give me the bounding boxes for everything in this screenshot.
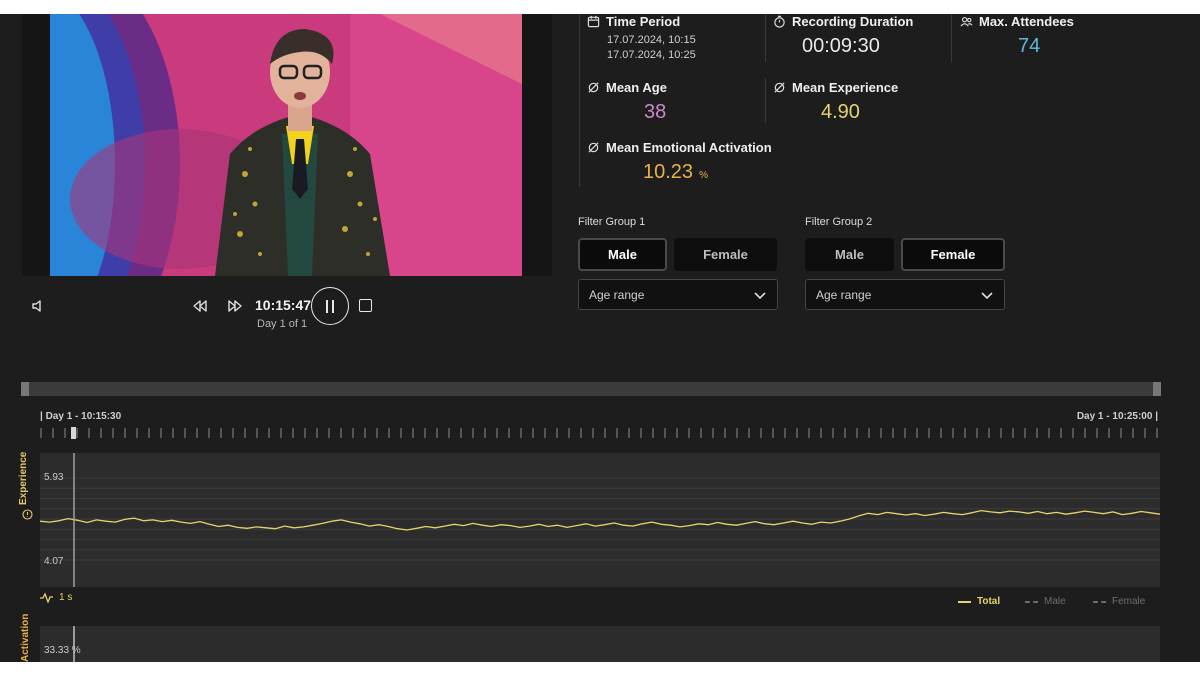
pulse-icon xyxy=(40,592,53,603)
age-range-placeholder: Age range xyxy=(816,287,872,302)
activation-axis-title: Activation xyxy=(20,613,31,662)
pause-icon-bar-right xyxy=(332,300,334,313)
timeline-current-marker[interactable] xyxy=(71,427,76,439)
volume-icon[interactable] xyxy=(30,298,46,314)
day-indicator: Day 1 of 1 xyxy=(257,318,308,330)
playhead-line[interactable] xyxy=(73,626,75,662)
mean-activation-value: 10.23 xyxy=(643,161,694,183)
filter-group-1-title: Filter Group 1 xyxy=(578,216,646,228)
y-min-label: 4.07 xyxy=(44,556,64,567)
scrubber-handle-right[interactable] xyxy=(1153,382,1161,396)
divider xyxy=(579,14,580,187)
time-period-end: 17.07.2024, 10:25 xyxy=(607,49,696,61)
fast-forward-icon[interactable] xyxy=(227,298,243,314)
stat-max-attendees: Max. Attendees 74 xyxy=(960,14,1074,58)
pause-button[interactable] xyxy=(311,287,349,325)
stat-max-attendees-label: Max. Attendees xyxy=(979,14,1074,29)
info-icon[interactable] xyxy=(22,509,33,520)
current-time: 10:15:47 xyxy=(255,297,312,313)
stat-mean-age: Mean Age 38 xyxy=(587,80,667,124)
resolution-label: 1 s xyxy=(59,592,73,603)
timeline-start-label: | Day 1 - 10:15:30 xyxy=(40,411,122,422)
recording-duration-value: 00:09:30 xyxy=(802,35,880,57)
activation-chart-area xyxy=(40,626,1160,662)
top-border xyxy=(0,0,1200,14)
experience-chart xyxy=(40,453,1160,587)
video-frame-image xyxy=(50,14,522,276)
stat-mean-activation-label: Mean Emotional Activation xyxy=(606,140,772,155)
timeline-ticks[interactable] xyxy=(40,426,1158,440)
timeline-end-label: Day 1 - 10:25:00 | xyxy=(1076,411,1158,422)
app-window: 10:15:47 Day 1 of 1 Time Period 17.07.20… xyxy=(0,0,1200,662)
activation-y-max-label: 33.33 % xyxy=(44,645,81,656)
stop-button[interactable] xyxy=(359,299,372,312)
legend-swatch-male xyxy=(1025,600,1038,603)
experience-axis-title: Experience xyxy=(18,451,29,505)
max-attendees-value: 74 xyxy=(1018,35,1041,57)
chevron-down-icon xyxy=(754,292,766,300)
legend-item-total[interactable]: Total xyxy=(958,596,1000,607)
filter-group-2-female[interactable]: Female xyxy=(901,238,1005,271)
legend-item-female[interactable]: Female xyxy=(1093,596,1145,607)
legend-item-male[interactable]: Male xyxy=(1025,596,1066,607)
filter-group-1-female[interactable]: Female xyxy=(674,238,777,271)
age-range-placeholder: Age range xyxy=(589,287,645,302)
stat-mean-age-label: Mean Age xyxy=(606,80,667,95)
stat-mean-experience-label: Mean Experience xyxy=(792,80,899,95)
stat-time-period: Time Period 17.07.2024, 10:15 17.07.2024… xyxy=(587,14,696,63)
mean-icon xyxy=(774,82,785,93)
resolution-indicator[interactable]: 1 s xyxy=(40,592,72,603)
filter-group-1-male[interactable]: Male xyxy=(578,238,667,271)
timeline-scrubber[interactable] xyxy=(21,382,1161,396)
legend-label-male: Male xyxy=(1044,596,1066,607)
divider xyxy=(765,78,766,123)
mean-icon xyxy=(588,142,599,153)
stat-recording-duration-label: Recording Duration xyxy=(792,14,914,29)
mean-activation-unit: % xyxy=(699,170,708,181)
rewind-icon[interactable] xyxy=(192,298,208,314)
filter-group-2-age-dropdown[interactable]: Age range xyxy=(805,279,1005,310)
pause-icon-bar-left xyxy=(326,300,328,313)
people-icon xyxy=(960,16,973,27)
stopwatch-icon xyxy=(774,15,785,28)
video-player[interactable] xyxy=(50,14,522,276)
time-period-start: 17.07.2024, 10:15 xyxy=(607,34,696,46)
legend-swatch-total xyxy=(958,600,971,603)
filter-group-2-title: Filter Group 2 xyxy=(805,216,873,228)
stat-mean-experience: Mean Experience 4.90 xyxy=(773,80,898,124)
stat-recording-duration: Recording Duration 00:09:30 xyxy=(773,14,913,58)
calendar-icon xyxy=(587,15,600,28)
legend-label-total: Total xyxy=(977,596,1001,607)
legend-swatch-female xyxy=(1093,600,1106,603)
chevron-down-icon xyxy=(981,292,993,300)
series-line-total xyxy=(40,509,1160,531)
stat-mean-activation: Mean Emotional Activation 10.23% xyxy=(587,140,772,184)
mean-age-value: 38 xyxy=(644,101,667,123)
filter-group-1-age-dropdown[interactable]: Age range xyxy=(578,279,778,310)
legend-label-female: Female xyxy=(1112,596,1146,607)
filter-group-2-male[interactable]: Male xyxy=(805,238,894,271)
mean-experience-value: 4.90 xyxy=(821,101,860,123)
y-max-label: 5.93 xyxy=(44,472,64,483)
scrubber-handle-left[interactable] xyxy=(21,382,29,396)
divider xyxy=(765,14,766,62)
divider xyxy=(951,14,952,62)
mean-icon xyxy=(588,82,599,93)
stat-time-period-label: Time Period xyxy=(606,14,681,29)
